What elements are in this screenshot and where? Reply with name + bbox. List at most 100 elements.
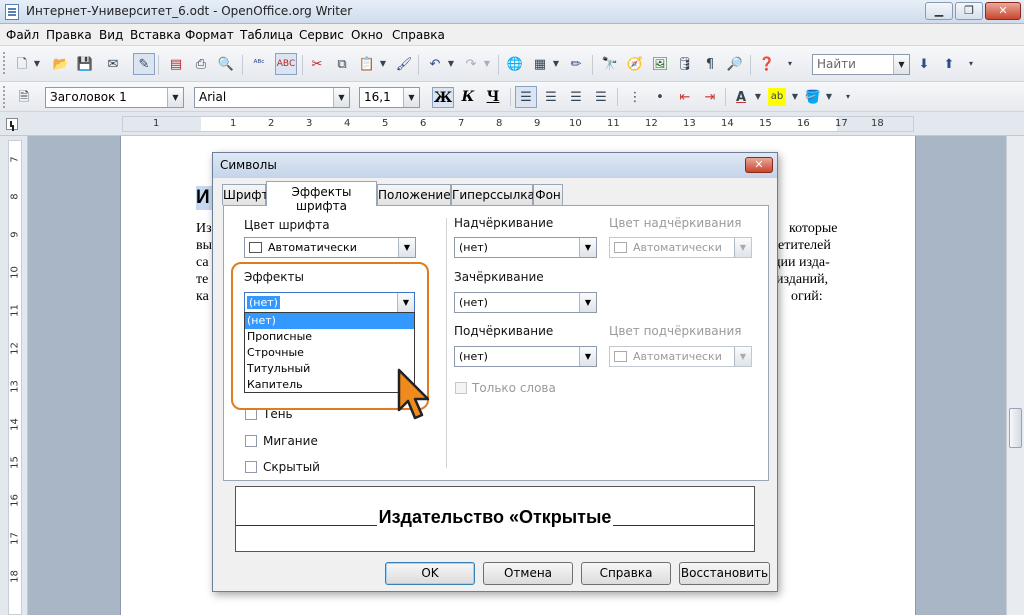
bullets-icon[interactable]: • — [651, 88, 669, 106]
align-right-icon[interactable]: ☰ — [567, 88, 585, 106]
toolbar-overflow-icon[interactable]: ▾ — [786, 55, 794, 73]
formatting-marks-icon[interactable]: ¶ — [701, 55, 719, 73]
italic-button[interactable]: К — [457, 87, 479, 108]
overline-select[interactable]: (нет) ▼ — [454, 237, 597, 258]
font-color-icon[interactable]: A — [732, 88, 750, 106]
numbering-icon[interactable]: ⋮ — [626, 88, 644, 106]
menu-help[interactable]: Справка — [392, 28, 445, 42]
menu-edit[interactable]: Правка — [46, 28, 92, 42]
close-window-button[interactable]: ✕ — [985, 2, 1021, 20]
formatting-toolbar-overflow-icon[interactable]: ▾ — [844, 88, 852, 106]
tab-font-effects[interactable]: Эффекты шрифта — [266, 181, 377, 213]
menu-tools[interactable]: Сервис — [299, 28, 344, 42]
vertical-ruler[interactable]: 7 8 9 10 11 12 13 14 15 16 17 18 — [0, 136, 28, 615]
save-icon[interactable]: 💾 — [76, 55, 94, 73]
blinking-checkbox[interactable] — [245, 435, 257, 447]
vertical-scrollbar[interactable] — [1006, 136, 1024, 615]
cut-icon[interactable]: ✂ — [308, 55, 326, 73]
menu-view[interactable]: Вид — [99, 28, 123, 42]
tab-font[interactable]: Шрифт — [222, 184, 269, 205]
tab-background[interactable]: Фон — [533, 184, 563, 205]
chevron-down-icon[interactable]: ▼ — [333, 88, 349, 107]
decrease-indent-icon[interactable]: ⇤ — [676, 88, 694, 106]
ok-button[interactable]: OK — [385, 562, 475, 585]
table-icon[interactable]: ▦ — [531, 55, 549, 73]
copy-icon[interactable]: ⧉ — [333, 55, 351, 73]
clone-formatting-icon[interactable]: 🖌 — [395, 55, 413, 73]
menu-format[interactable]: Формат — [185, 28, 234, 42]
export-pdf-icon[interactable]: ▤ — [167, 55, 185, 73]
find-input[interactable]: Найти ▼ — [812, 54, 910, 75]
chevron-down-icon[interactable]: ▼ — [579, 293, 596, 312]
table-chevron-down-icon[interactable]: ▼ — [551, 55, 561, 73]
paste-icon[interactable]: 📋 — [358, 55, 376, 73]
email-icon[interactable]: ✉ — [104, 55, 122, 73]
horizontal-ruler[interactable]: 1 1 2 3 4 5 6 7 8 9 10 11 12 13 14 15 16… — [0, 112, 1024, 136]
chevron-down-icon[interactable]: ▼ — [579, 238, 596, 257]
print-preview-icon[interactable]: 🔍 — [217, 55, 235, 73]
undo-icon[interactable]: ↶ — [426, 55, 444, 73]
find-replace-icon[interactable]: 🔭 — [601, 55, 619, 73]
find-dropdown-icon[interactable]: ▼ — [893, 55, 909, 74]
background-color-icon[interactable]: 🪣 — [804, 88, 822, 106]
print-icon[interactable]: ⎙ — [192, 55, 210, 73]
menu-window[interactable]: Окно — [351, 28, 383, 42]
menu-file[interactable]: Файл — [6, 28, 39, 42]
new-document-icon[interactable]: 🗋 — [13, 55, 31, 73]
dialog-close-button[interactable]: ✕ — [745, 157, 773, 173]
navigator-icon[interactable]: 🧭 — [626, 55, 644, 73]
chevron-down-icon[interactable]: ▼ — [403, 88, 419, 107]
chevron-down-icon[interactable]: ▼ — [398, 238, 415, 257]
underline-button[interactable]: Ч — [482, 87, 504, 108]
paragraph-style-select[interactable]: Заголовок 1 ▼ — [45, 87, 184, 108]
tab-stop-selector[interactable] — [6, 118, 18, 130]
font-color-chevron-down-icon[interactable]: ▼ — [753, 88, 763, 106]
draw-functions-icon[interactable]: ✏ — [567, 55, 585, 73]
cancel-button[interactable]: Отмена — [483, 562, 573, 585]
undo-chevron-down-icon[interactable]: ▼ — [446, 55, 456, 73]
font-size-select[interactable]: 16,1 ▼ — [359, 87, 420, 108]
paste-chevron-down-icon[interactable]: ▼ — [378, 55, 388, 73]
reset-button[interactable]: Восстановить — [679, 562, 770, 585]
highlighting-chevron-down-icon[interactable]: ▼ — [790, 88, 800, 106]
minimize-button[interactable]: ▁ — [925, 2, 953, 20]
find-toolbar-overflow-icon[interactable]: ▾ — [967, 55, 975, 73]
open-folder-icon[interactable]: 📂 — [52, 55, 70, 73]
ruler-scale[interactable]: 1 1 2 3 4 5 6 7 8 9 10 11 12 13 14 15 16… — [122, 116, 914, 132]
chevron-down-icon[interactable]: ▼ — [579, 347, 596, 366]
underline-select[interactable]: (нет) ▼ — [454, 346, 597, 367]
menu-table[interactable]: Таблица — [240, 28, 293, 42]
hyperlink-icon[interactable]: 🌐 — [506, 55, 524, 73]
align-left-icon[interactable]: ☰ — [515, 86, 537, 108]
toolbar-grip[interactable] — [3, 52, 7, 74]
chevron-down-icon[interactable]: ▼ — [32, 55, 42, 73]
font-color-select[interactable]: Автоматически ▼ — [244, 237, 416, 258]
align-center-icon[interactable]: ☰ — [542, 88, 560, 106]
zoom-icon[interactable]: 🔎 — [726, 55, 744, 73]
spellcheck-icon[interactable]: ᴬᴮᶜ — [250, 55, 268, 73]
find-previous-icon[interactable]: ⬆ — [940, 55, 958, 73]
maximize-button[interactable]: ❐ — [955, 2, 983, 20]
data-sources-icon[interactable]: 🛢 — [676, 55, 694, 73]
autospellcheck-icon[interactable]: ABC — [275, 53, 297, 75]
find-next-icon[interactable]: ⬇ — [915, 55, 933, 73]
help-icon[interactable]: ❓ — [758, 55, 776, 73]
gallery-icon[interactable]: 🖼 — [651, 55, 669, 73]
scrollbar-thumb[interactable] — [1009, 408, 1022, 448]
justify-icon[interactable]: ☰ — [592, 88, 610, 106]
toolbar-grip[interactable] — [3, 86, 7, 108]
background-chevron-down-icon[interactable]: ▼ — [824, 88, 834, 106]
hidden-checkbox[interactable] — [245, 461, 257, 473]
menu-insert[interactable]: Вставка — [130, 28, 181, 42]
styles-formatting-icon[interactable]: 🗎 — [15, 88, 33, 106]
tab-position[interactable]: Положение — [377, 184, 451, 205]
increase-indent-icon[interactable]: ⇥ — [701, 88, 719, 106]
edit-mode-icon[interactable]: ✎ — [133, 53, 155, 75]
chevron-down-icon[interactable]: ▼ — [167, 88, 183, 107]
strikethrough-select[interactable]: (нет) ▼ — [454, 292, 597, 313]
bold-button[interactable]: Ж — [432, 87, 454, 108]
highlighting-icon[interactable]: ab — [768, 88, 786, 106]
help-button[interactable]: Справка — [581, 562, 671, 585]
font-name-select[interactable]: Arial ▼ — [194, 87, 350, 108]
tab-hyperlink[interactable]: Гиперссылка — [451, 184, 535, 205]
